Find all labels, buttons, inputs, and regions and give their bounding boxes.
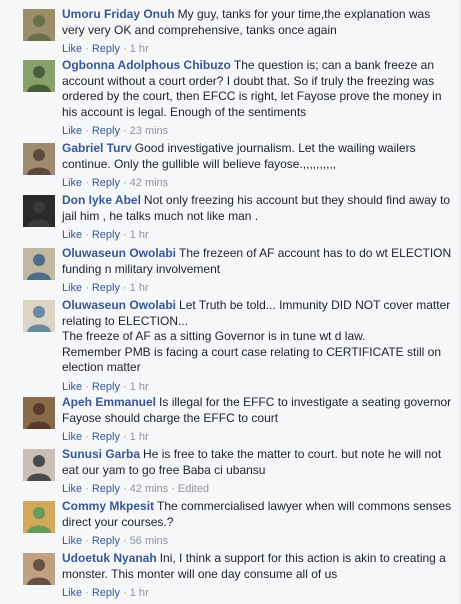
comment-timestamp[interactable]: 1 hr — [130, 282, 149, 294]
separator-dot: · — [85, 587, 89, 600]
avatar[interactable] — [23, 143, 55, 175]
comment-actions: Like · Reply · 23 mins — [62, 124, 452, 138]
avatar[interactable] — [23, 397, 55, 429]
separator-dot: · — [85, 229, 89, 242]
commenter-name[interactable]: Oluwaseun Owolabi — [62, 298, 176, 312]
avatar[interactable] — [23, 501, 55, 533]
comment-timestamp[interactable]: 1 hr — [130, 381, 149, 393]
comment-body: Ogbonna Adolphous Chibuzo The question is… — [62, 58, 452, 138]
comment-timestamp[interactable]: 1 hr — [130, 587, 149, 599]
comment-list: Umoru Friday Onuh My guy, tanks for your … — [0, 0, 461, 604]
comment-timestamp[interactable]: 1 hr — [130, 43, 149, 55]
avatar[interactable] — [23, 248, 55, 280]
comment-text-line: Remember PMB is facing a court case rela… — [62, 344, 442, 375]
comment-timestamp[interactable]: 1 hr — [130, 229, 149, 241]
comment-body: Commy Mkpesit The commercialised lawyer w… — [62, 499, 452, 548]
avatar[interactable] — [23, 553, 55, 585]
avatar[interactable] — [23, 9, 55, 41]
like-link[interactable]: Like — [62, 535, 82, 547]
commenter-name[interactable]: Udoetuk Nyanah — [62, 551, 157, 565]
separator-dot: · — [85, 282, 89, 295]
separator-dot: · — [122, 177, 127, 190]
reply-link[interactable]: Reply — [92, 535, 120, 547]
comment-timestamp[interactable]: 42 mins — [130, 177, 169, 189]
comment-body: Udoetuk Nyanah Ini, I think a support for… — [62, 551, 452, 600]
reply-link[interactable]: Reply — [92, 431, 120, 443]
like-link[interactable]: Like — [62, 381, 82, 393]
commenter-name[interactable]: Apeh Emmanuel — [62, 395, 156, 409]
separator-dot: · — [122, 535, 127, 548]
separator-dot: · — [122, 125, 127, 138]
like-link[interactable]: Like — [62, 587, 82, 599]
commenter-name[interactable]: Ogbonna Adolphous Chibuzo — [62, 58, 231, 72]
separator-dot: · — [85, 380, 89, 393]
separator-dot: · — [122, 380, 127, 393]
avatar[interactable] — [23, 195, 55, 227]
reply-link[interactable]: Reply — [92, 483, 120, 495]
comment-actions: Like · Reply · 56 mins — [62, 534, 452, 548]
separator-dot: · — [122, 282, 127, 295]
comment-timestamp[interactable]: 56 mins — [130, 535, 169, 547]
separator-dot: · — [85, 535, 89, 548]
comment-actions: Like · Reply · 1 hr — [62, 380, 452, 394]
comment-actions: Like · Reply · 1 hr — [62, 586, 452, 600]
comment-timestamp[interactable]: 42 mins — [130, 483, 169, 495]
reply-link[interactable]: Reply — [92, 125, 120, 137]
separator-dot: · — [85, 483, 89, 496]
like-link[interactable]: Like — [62, 125, 82, 137]
comment-timestamp[interactable]: 23 mins — [130, 125, 169, 137]
like-link[interactable]: Like — [62, 43, 82, 55]
separator-dot: · — [171, 483, 175, 496]
comment-actions: Like · Reply · 42 mins · Edited — [62, 482, 452, 496]
separator-dot: · — [85, 43, 89, 56]
separator-dot: · — [122, 587, 127, 600]
comment-body: Don Iyke Abel Not only freezing his accou… — [62, 193, 452, 242]
commenter-name[interactable]: Don Iyke Abel — [62, 193, 141, 207]
avatar[interactable] — [23, 449, 55, 481]
separator-dot: · — [122, 229, 127, 242]
separator-dot: · — [122, 43, 127, 56]
comment-body: Oluwaseun Owolabi The frezeen of AF accou… — [62, 246, 452, 295]
reply-link[interactable]: Reply — [92, 229, 120, 241]
separator-dot: · — [122, 431, 127, 444]
commenter-name[interactable]: Sunusi Garba — [62, 447, 140, 461]
commenter-name[interactable]: Gabriel Turv — [62, 141, 132, 155]
commenter-name[interactable]: Commy Mkpesit — [62, 499, 154, 513]
comment-actions: Like · Reply · 1 hr — [62, 228, 452, 242]
reply-link[interactable]: Reply — [92, 381, 120, 393]
reply-link[interactable]: Reply — [92, 587, 120, 599]
like-link[interactable]: Like — [62, 229, 82, 241]
like-link[interactable]: Like — [62, 431, 82, 443]
comment-body: Oluwaseun Owolabi Let Truth be told... Im… — [62, 298, 452, 394]
commenter-name[interactable]: Umoru Friday Onuh — [62, 7, 175, 21]
like-link[interactable]: Like — [62, 177, 82, 189]
separator-dot: · — [85, 431, 89, 444]
separator-dot: · — [85, 177, 89, 190]
commenter-name[interactable]: Oluwaseun Owolabi — [62, 246, 176, 260]
avatar[interactable] — [23, 300, 55, 332]
separator-dot: · — [122, 483, 127, 496]
comment-actions: Like · Reply · 1 hr — [62, 430, 452, 444]
reply-link[interactable]: Reply — [92, 282, 120, 294]
edited-label[interactable]: Edited — [178, 483, 209, 495]
comment-actions: Like · Reply · 42 mins — [62, 176, 452, 190]
comment-body: Apeh Emmanuel Is illegal for the EFFC to … — [62, 395, 452, 444]
comment-body: Gabriel Turv Good investigative journalis… — [62, 141, 452, 190]
comment-actions: Like · Reply · 1 hr — [62, 42, 452, 56]
reply-link[interactable]: Reply — [92, 177, 120, 189]
comment-actions: Like · Reply · 1 hr — [62, 281, 452, 295]
reply-link[interactable]: Reply — [92, 43, 120, 55]
comment-text-line: The freeze of AF as a sitting Governor i… — [62, 329, 366, 344]
comment-timestamp[interactable]: 1 hr — [130, 431, 149, 443]
like-link[interactable]: Like — [62, 282, 82, 294]
comment-body: Umoru Friday Onuh My guy, tanks for your … — [62, 7, 452, 56]
avatar[interactable] — [23, 60, 55, 92]
like-link[interactable]: Like — [62, 483, 82, 495]
comment-body: Sunusi Garba He is free to take the matte… — [62, 447, 452, 496]
separator-dot: · — [85, 125, 89, 138]
